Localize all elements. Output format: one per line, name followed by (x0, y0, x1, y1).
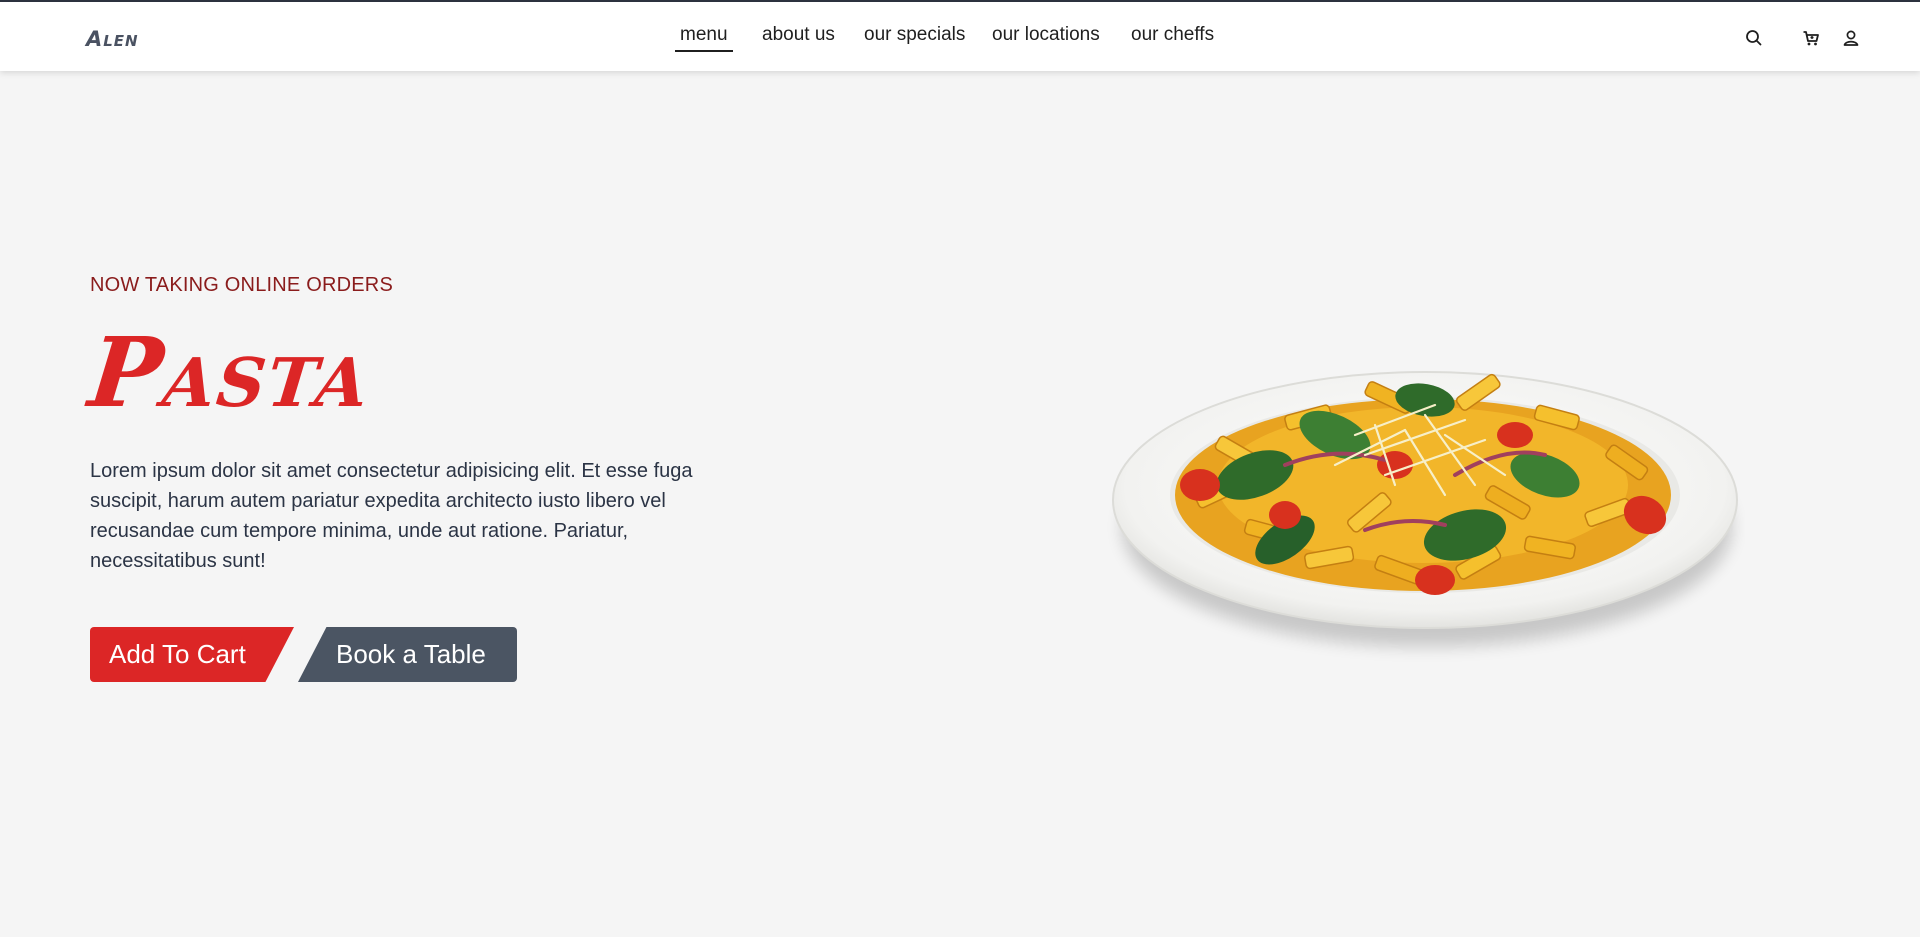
hero-tagline: NOW TAKING ONLINE ORDERS (90, 274, 393, 296)
search-icon[interactable] (1744, 28, 1764, 48)
book-table-button[interactable]: Book a Table (298, 627, 517, 682)
nav-item-our-locations[interactable]: our locations (992, 24, 1100, 46)
nav-item-our-cheffs[interactable]: our cheffs (1131, 24, 1214, 46)
pasta-plate-image (1105, 335, 1745, 665)
site-header: Alen menu about us our specials our loca… (0, 2, 1920, 71)
hero-description: Lorem ipsum dolor sit amet consectetur a… (90, 460, 693, 572)
cart-icon[interactable] (1801, 28, 1821, 48)
hero-title: Pasta (84, 316, 377, 429)
user-icon[interactable] (1841, 28, 1861, 48)
nav-item-about-us[interactable]: about us (762, 24, 835, 46)
nav-item-our-specials[interactable]: our specials (864, 24, 965, 46)
add-to-cart-button[interactable]: Add To Cart (90, 627, 294, 682)
main-nav: menu about us our specials our locations… (0, 2, 1920, 71)
nav-item-menu[interactable]: menu (675, 24, 733, 52)
